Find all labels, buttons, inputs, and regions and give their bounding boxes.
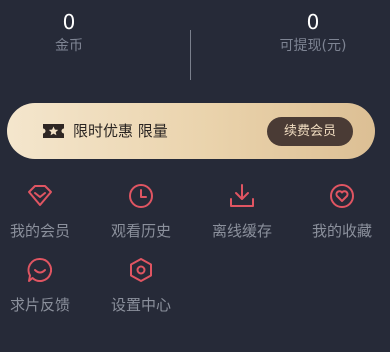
menu-item-label: 我的收藏 — [311, 222, 372, 240]
coins-label: 金币 — [55, 38, 83, 54]
menu-item-label: 设置中心 — [110, 296, 171, 314]
stats-bar: 0 金币 0 可提现(元) — [0, 0, 390, 82]
chat-bubble-icon — [27, 257, 52, 282]
promo-text: 限时优惠 限量 — [73, 122, 168, 140]
withdrawable-stat[interactable]: 0 可提现(元) — [233, 8, 390, 56]
withdrawable-label: 可提现(元) — [279, 38, 347, 54]
menu-item-settings-center[interactable]: 设置中心 — [98, 255, 184, 321]
ticket-star-icon — [43, 124, 64, 138]
download-icon — [230, 184, 254, 207]
diamond-icon — [28, 185, 52, 206]
settings-hexagon-icon — [130, 258, 152, 282]
coins-stat[interactable]: 0 金币 — [0, 8, 149, 56]
menu-item-my-membership[interactable]: 我的会员 — [0, 181, 83, 247]
menu-item-request-feedback[interactable]: 求片反馈 — [0, 255, 83, 321]
promo-banner[interactable]: 限时优惠 限量 续费会员 — [7, 103, 375, 159]
withdrawable-value: 0 — [306, 10, 320, 34]
menu-item-my-favorites[interactable]: 我的收藏 — [299, 181, 385, 247]
coins-value: 0 — [62, 10, 76, 34]
clock-icon — [129, 184, 153, 208]
menu-item-label: 观看历史 — [110, 222, 171, 240]
menu-item-watch-history[interactable]: 观看历史 — [98, 181, 184, 247]
menu-item-label: 离线缓存 — [211, 222, 272, 240]
renew-membership-button[interactable]: 续费会员 — [267, 117, 353, 146]
heart-icon — [330, 184, 354, 208]
stat-divider — [190, 30, 191, 80]
menu-item-label: 我的会员 — [9, 222, 70, 240]
menu-item-label: 求片反馈 — [9, 296, 70, 314]
menu-item-offline-cache[interactable]: 离线缓存 — [199, 181, 285, 247]
